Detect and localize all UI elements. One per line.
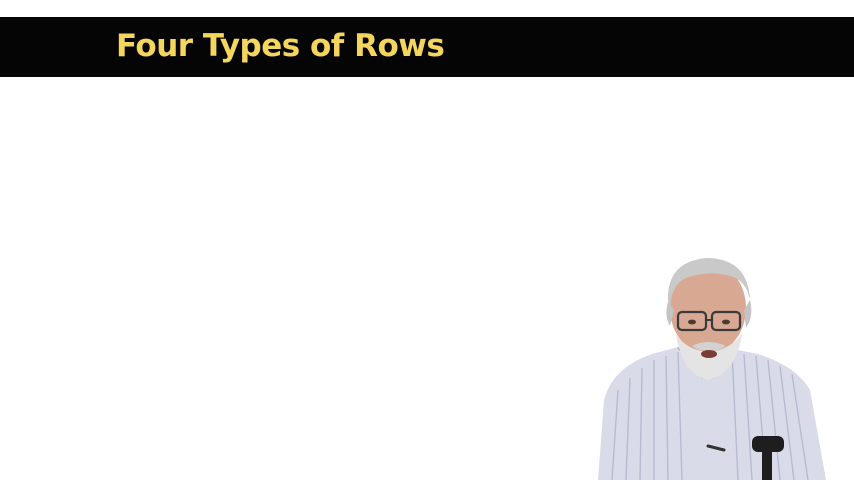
slide-title-bar: Four Types of Rows <box>0 17 854 77</box>
slide-title: Four Types of Rows <box>116 28 445 64</box>
lecture-video-frame: Four Types of Rows <box>0 0 854 480</box>
presenter-figure <box>598 258 826 480</box>
